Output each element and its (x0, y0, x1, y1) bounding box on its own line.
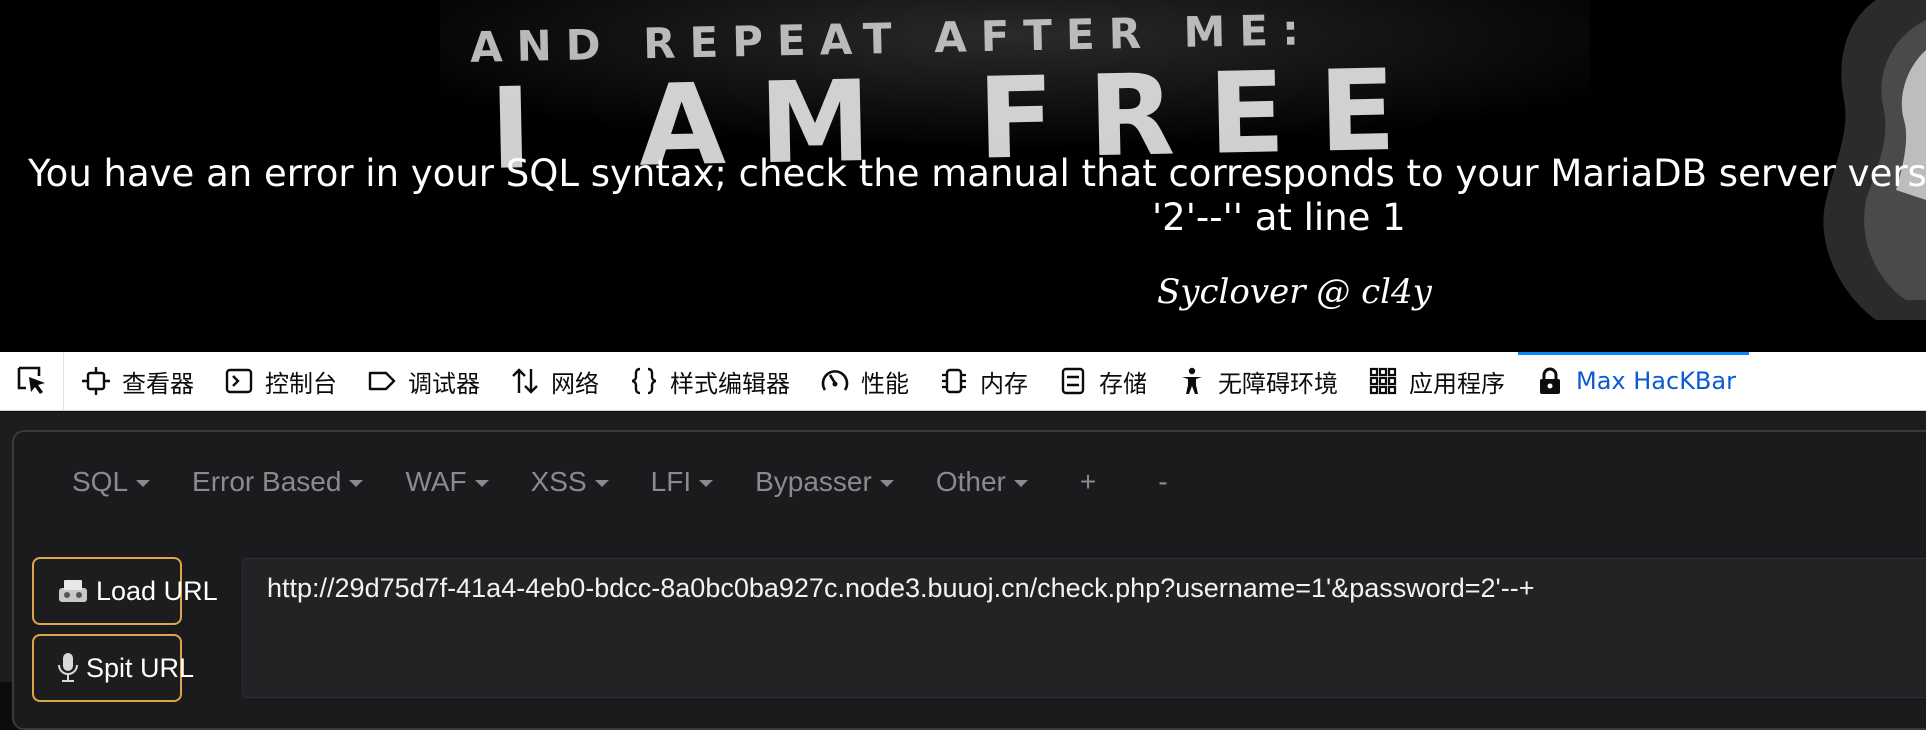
tab-max-hackbar[interactable]: Max HacKBar (1518, 351, 1749, 411)
performance-icon (819, 365, 851, 397)
web-page-content: AND REPEAT AFTER ME: I AM FREE You have … (0, 0, 1926, 352)
decrease-button[interactable]: - (1158, 466, 1167, 498)
tab-style-editor[interactable]: 样式编辑器 (612, 352, 803, 411)
tab-accessibility[interactable]: 无障碍环境 (1160, 352, 1351, 411)
tab-label: 控制台 (265, 369, 337, 398)
sql-error-message: You have an error in your SQL syntax; ch… (28, 152, 1926, 195)
style-editor-icon (628, 365, 660, 397)
microphone-icon (56, 650, 80, 686)
storage-icon (1057, 365, 1089, 397)
menu-waf[interactable]: WAF (405, 466, 489, 498)
load-url-icon (56, 573, 90, 609)
network-icon (509, 365, 541, 397)
tab-label: 网络 (551, 369, 599, 398)
application-icon (1367, 365, 1399, 397)
tab-label: 查看器 (122, 369, 194, 398)
tab-label: 性能 (861, 369, 909, 398)
tab-performance[interactable]: 性能 (803, 352, 922, 411)
menu-lfi[interactable]: LFI (651, 466, 714, 498)
tab-debugger[interactable]: 调试器 (350, 352, 493, 411)
load-url-button[interactable]: Load URL (32, 557, 218, 625)
split-url-button[interactable]: Spit URL (32, 634, 194, 702)
tab-memory[interactable]: 内存 (922, 352, 1041, 411)
memory-icon (938, 365, 970, 397)
tab-label: 无障碍环境 (1218, 369, 1338, 398)
chevron-down-icon (594, 480, 609, 487)
debugger-icon (366, 365, 398, 397)
console-icon (223, 365, 255, 397)
tab-storage[interactable]: 存储 (1041, 352, 1160, 411)
menu-other[interactable]: Other (936, 466, 1028, 498)
increase-button[interactable]: + (1080, 466, 1096, 498)
chevron-down-icon (349, 480, 364, 487)
tab-inspector[interactable]: 查看器 (64, 352, 207, 411)
url-value: http://29d75d7f-41a4-4eb0-bdcc-8a0bc0ba9… (267, 573, 1535, 603)
chevron-down-icon (136, 480, 151, 487)
menu-error-based[interactable]: Error Based (192, 466, 364, 498)
inspector-icon (80, 365, 112, 397)
element-picker-icon (17, 366, 45, 394)
element-picker-button[interactable] (0, 351, 64, 411)
hackbar-menu: SQL Error Based WAF XSS LFI Bypasser Oth… (72, 466, 1168, 498)
tab-label: 应用程序 (1409, 369, 1505, 398)
menu-xss[interactable]: XSS (531, 466, 609, 498)
tab-console[interactable]: 控制台 (207, 352, 350, 411)
tab-label: 样式编辑器 (670, 369, 790, 398)
sql-error-message-line-2: '2'--'' at line 1 (1152, 196, 1406, 239)
signature-text: Syclover @ cl4y (1157, 272, 1432, 312)
tab-network[interactable]: 网络 (493, 352, 612, 411)
tab-label: Max HacKBar (1576, 367, 1736, 395)
tab-application[interactable]: 应用程序 (1351, 352, 1518, 411)
chevron-down-icon (474, 480, 489, 487)
menu-bypasser[interactable]: Bypasser (755, 466, 894, 498)
tab-label: 内存 (980, 369, 1028, 398)
accessibility-icon (1176, 365, 1208, 397)
hackbar-lock-icon (1534, 365, 1566, 397)
menu-sql[interactable]: SQL (72, 466, 151, 498)
url-textarea[interactable]: http://29d75d7f-41a4-4eb0-bdcc-8a0bc0ba9… (242, 558, 1926, 698)
chevron-down-icon (1013, 480, 1028, 487)
tab-label: 调试器 (408, 369, 480, 398)
chevron-down-icon (879, 480, 894, 487)
devtools-toolbar: 查看器 控制台 调试器 网络 样式编辑器 性能 内存 存储 无障碍环境 应用程序… (0, 351, 1926, 411)
tab-label: 存储 (1099, 369, 1147, 398)
chevron-down-icon (699, 480, 714, 487)
